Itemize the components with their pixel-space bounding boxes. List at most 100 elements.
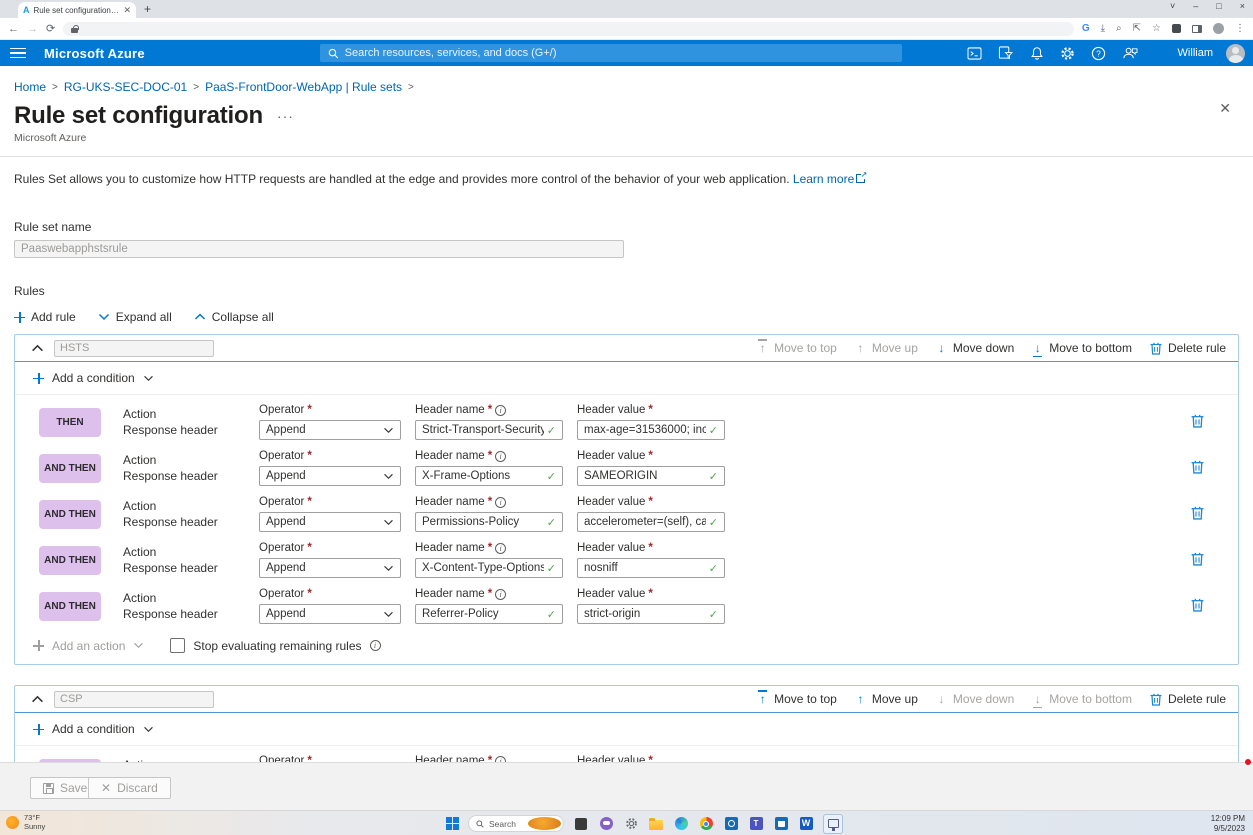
operator-select[interactable]: Append xyxy=(259,604,401,624)
move-to-bottom-button[interactable]: ↓ Move to bottom xyxy=(1032,692,1132,706)
forward-icon[interactable]: → xyxy=(27,23,38,35)
header-name-input[interactable] xyxy=(422,424,544,436)
collapse-rule-icon[interactable] xyxy=(31,344,44,353)
settings-icon[interactable] xyxy=(623,816,639,832)
operator-select[interactable]: Append xyxy=(259,420,401,440)
collapse-all-button[interactable]: Collapse all xyxy=(194,310,274,324)
store-icon[interactable] xyxy=(773,816,789,832)
address-bar[interactable] xyxy=(63,22,1074,36)
header-value-input[interactable] xyxy=(584,516,706,528)
header-value-field[interactable]: ✓ xyxy=(577,420,725,440)
side-panel-icon[interactable] xyxy=(1192,25,1202,33)
header-name-input[interactable] xyxy=(422,562,544,574)
window-chevron-icon[interactable]: ˅ xyxy=(1170,1,1175,11)
info-icon[interactable]: i xyxy=(495,543,506,554)
weather-widget[interactable]: 73°F Sunny xyxy=(6,813,45,831)
google-icon[interactable]: G xyxy=(1082,23,1090,34)
header-value-input[interactable] xyxy=(584,424,706,436)
operator-select[interactable]: Append xyxy=(259,466,401,486)
chrome-icon[interactable] xyxy=(698,816,714,832)
windows-start-button[interactable] xyxy=(446,817,459,830)
header-value-field[interactable]: ✓ xyxy=(577,512,725,532)
reload-icon[interactable]: ⟳ xyxy=(46,22,55,35)
move-up-button[interactable]: ↑ Move up xyxy=(855,341,918,355)
back-icon[interactable]: ← xyxy=(8,23,19,35)
move-to-bottom-button[interactable]: ↓ Move to bottom xyxy=(1032,341,1132,355)
extensions-icon[interactable] xyxy=(1172,24,1181,33)
collapse-rule-icon[interactable] xyxy=(31,695,44,704)
directory-filter-icon[interactable] xyxy=(997,45,1014,62)
add-action-button[interactable]: Add an action xyxy=(33,639,144,653)
user-avatar[interactable] xyxy=(1226,44,1245,63)
header-name-input[interactable] xyxy=(422,608,544,620)
breadcrumb-resource-group[interactable]: RG-UKS-SEC-DOC-01 xyxy=(64,80,187,94)
operator-select[interactable]: Append xyxy=(259,512,401,532)
save-page-icon[interactable]: ⤓ xyxy=(1101,23,1105,34)
edge-icon[interactable] xyxy=(673,816,689,832)
bookmark-star-icon[interactable]: ☆ xyxy=(1152,23,1161,34)
header-value-input[interactable] xyxy=(584,562,706,574)
header-value-input[interactable] xyxy=(584,470,706,482)
move-down-button[interactable]: ↓ Move down xyxy=(936,341,1014,355)
window-minimize-button[interactable]: – xyxy=(1193,1,1198,11)
move-up-button[interactable]: ↑ Move up xyxy=(855,692,918,706)
new-tab-button[interactable]: + xyxy=(144,2,151,18)
snipping-tool-icon[interactable] xyxy=(823,814,843,834)
delete-action-button[interactable] xyxy=(1191,598,1204,615)
notifications-bell-icon[interactable] xyxy=(1028,45,1045,62)
window-close-button[interactable]: × xyxy=(1240,1,1245,11)
header-name-field[interactable]: ✓ xyxy=(415,558,563,578)
info-icon[interactable]: i xyxy=(495,405,506,416)
chat-icon[interactable] xyxy=(598,816,614,832)
header-name-input[interactable] xyxy=(422,470,544,482)
feedback-icon[interactable] xyxy=(1121,45,1138,62)
azure-brand[interactable]: Microsoft Azure xyxy=(44,46,145,61)
header-value-field[interactable]: ✓ xyxy=(577,466,725,486)
hamburger-menu-icon[interactable] xyxy=(10,48,26,59)
header-name-field[interactable]: ✓ xyxy=(415,512,563,532)
add-condition-button[interactable]: Add a condition xyxy=(15,362,1238,395)
azure-search-input[interactable] xyxy=(345,47,894,59)
header-value-field[interactable]: ✓ xyxy=(577,558,725,578)
task-view-icon[interactable] xyxy=(573,816,589,832)
delete-rule-button[interactable]: Delete rule xyxy=(1150,692,1226,706)
delete-action-button[interactable] xyxy=(1191,552,1204,569)
browser-tab[interactable]: A Rule set configuration - Microsof ✕ xyxy=(18,2,136,18)
header-name-field[interactable]: ✓ xyxy=(415,604,563,624)
close-blade-icon[interactable]: ✕ xyxy=(1219,100,1231,117)
add-rule-button[interactable]: Add rule xyxy=(14,310,76,324)
move-to-top-button[interactable]: ↑ Move to top xyxy=(757,341,837,355)
outlook-icon[interactable] xyxy=(723,816,739,832)
info-icon[interactable]: i xyxy=(495,451,506,462)
header-name-input[interactable] xyxy=(422,516,544,528)
taskbar-search[interactable]: Search xyxy=(468,815,564,832)
zoom-icon[interactable]: ⌕ xyxy=(1116,23,1122,34)
tab-close-icon[interactable]: ✕ xyxy=(123,5,131,16)
cloud-shell-icon[interactable] xyxy=(966,45,983,62)
delete-action-button[interactable] xyxy=(1191,506,1204,523)
breadcrumb-home[interactable]: Home xyxy=(14,80,46,94)
expand-all-button[interactable]: Expand all xyxy=(98,310,172,324)
operator-select[interactable]: Append xyxy=(259,558,401,578)
settings-gear-icon[interactable] xyxy=(1059,45,1076,62)
teams-icon[interactable]: T xyxy=(748,816,764,832)
taskbar-clock[interactable]: 12:09 PM 9/5/2023 xyxy=(1211,814,1245,833)
info-icon[interactable]: i xyxy=(370,640,381,651)
header-value-input[interactable] xyxy=(584,608,706,620)
discard-button[interactable]: ✕ Discard xyxy=(88,777,171,799)
learn-more-link[interactable]: Learn more xyxy=(793,172,854,186)
delete-action-button[interactable] xyxy=(1191,460,1204,477)
word-icon[interactable]: W xyxy=(798,816,814,832)
share-icon[interactable]: ⇱ xyxy=(1133,23,1141,34)
move-down-button[interactable]: ↓ Move down xyxy=(936,692,1014,706)
browser-profile-avatar[interactable] xyxy=(1213,23,1224,34)
window-maximize-button[interactable]: □ xyxy=(1216,1,1221,11)
header-name-field[interactable]: ✓ xyxy=(415,466,563,486)
header-name-field[interactable]: ✓ xyxy=(415,420,563,440)
browser-menu-icon[interactable]: ⋮ xyxy=(1235,23,1245,34)
header-value-field[interactable]: ✓ xyxy=(577,604,725,624)
info-icon[interactable]: i xyxy=(495,497,506,508)
user-name[interactable]: William xyxy=(1178,47,1213,59)
help-icon[interactable]: ? xyxy=(1090,45,1107,62)
info-icon[interactable]: i xyxy=(495,589,506,600)
